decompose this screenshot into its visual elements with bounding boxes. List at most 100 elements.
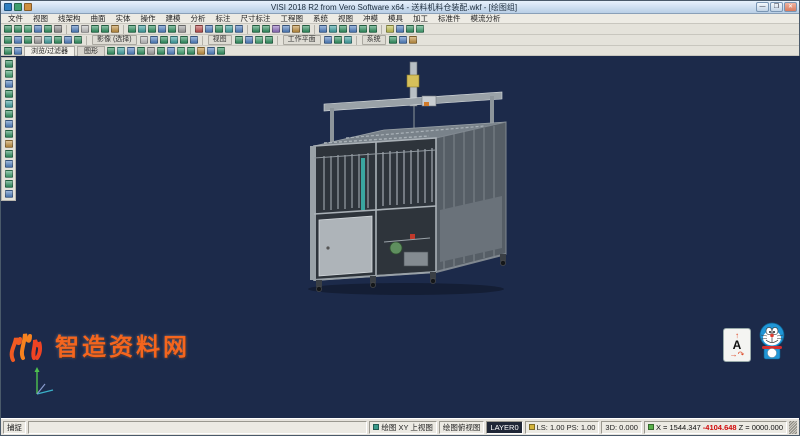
toolbar1-icon-31[interactable] bbox=[302, 25, 310, 33]
dock-icon-2[interactable] bbox=[5, 80, 13, 88]
toolbar2-icon-18[interactable] bbox=[235, 36, 243, 44]
toolbar3r-icon-1[interactable] bbox=[117, 47, 125, 55]
tab-browser-filter[interactable]: 浏览/过滤器 bbox=[24, 46, 75, 56]
toolbar2-icon-31[interactable] bbox=[409, 36, 417, 44]
toolbar3r-icon-4[interactable] bbox=[147, 47, 155, 55]
toolbar1-icon-8[interactable] bbox=[81, 25, 89, 33]
menu-item-2[interactable]: 线架构 bbox=[53, 14, 86, 24]
toolbar3r-icon-7[interactable] bbox=[177, 47, 185, 55]
menu-item-17[interactable]: 模流分析 bbox=[466, 14, 506, 24]
view-name-field[interactable]: 绘图俯视图 bbox=[439, 421, 485, 434]
toolbar1-icon-37[interactable] bbox=[359, 25, 367, 33]
menu-item-15[interactable]: 加工 bbox=[408, 14, 433, 24]
toolbar2-icon-13[interactable] bbox=[170, 36, 178, 44]
menu-item-12[interactable]: 视图 bbox=[333, 14, 358, 24]
minimize-button[interactable]: — bbox=[756, 2, 769, 12]
machine-cabinet[interactable] bbox=[310, 122, 506, 292]
toolbar1-icon-23[interactable] bbox=[225, 25, 233, 33]
toolbar1-icon-26[interactable] bbox=[252, 25, 260, 33]
toolbar2-icon-12[interactable] bbox=[160, 36, 168, 44]
toolbar1-icon-28[interactable] bbox=[272, 25, 280, 33]
view-orientation-widget[interactable]: ↑ A →↷ bbox=[723, 328, 751, 362]
dock-icon-13[interactable] bbox=[5, 190, 13, 198]
toolbar1-icon-33[interactable] bbox=[319, 25, 327, 33]
toolbar1-icon-4[interactable] bbox=[44, 25, 52, 33]
toolbar1-icon-0[interactable] bbox=[4, 25, 12, 33]
toolbar2-icon-24[interactable] bbox=[324, 36, 332, 44]
toolbar1-icon-17[interactable] bbox=[168, 25, 176, 33]
toolbar2-icon-1[interactable] bbox=[14, 36, 22, 44]
toolbar2-icon-11[interactable] bbox=[150, 36, 158, 44]
toolbar2-icon-6[interactable] bbox=[64, 36, 72, 44]
toolbar1-icon-21[interactable] bbox=[205, 25, 213, 33]
dock-icon-12[interactable] bbox=[5, 180, 13, 188]
snap-button[interactable]: 捕捉 bbox=[3, 421, 26, 434]
toolbar3r-icon-0[interactable] bbox=[107, 47, 115, 55]
menu-item-6[interactable]: 建模 bbox=[161, 14, 186, 24]
toolbar1-icon-22[interactable] bbox=[215, 25, 223, 33]
toolbar1-icon-42[interactable] bbox=[406, 25, 414, 33]
toolbar1-icon-11[interactable] bbox=[111, 25, 119, 33]
toolbar2-icon-0[interactable] bbox=[4, 36, 12, 44]
toolbar1-icon-9[interactable] bbox=[91, 25, 99, 33]
close-button[interactable]: ✕ bbox=[784, 2, 797, 12]
toolbar2-icon-25[interactable] bbox=[334, 36, 342, 44]
dock-icon-8[interactable] bbox=[5, 140, 13, 148]
menu-item-16[interactable]: 标准件 bbox=[433, 14, 466, 24]
menu-item-8[interactable]: 标注 bbox=[211, 14, 236, 24]
toolbar3r-icon-2[interactable] bbox=[127, 47, 135, 55]
toolbar1-icon-43[interactable] bbox=[416, 25, 424, 33]
toolbar3r-icon-9[interactable] bbox=[197, 47, 205, 55]
menu-item-7[interactable]: 分析 bbox=[186, 14, 211, 24]
dock-icon-4[interactable] bbox=[5, 100, 13, 108]
layer-field[interactable]: LAYER0 bbox=[486, 421, 522, 434]
dock-icon-9[interactable] bbox=[5, 150, 13, 158]
menu-item-11[interactable]: 系统 bbox=[308, 14, 333, 24]
menu-item-0[interactable]: 文件 bbox=[3, 14, 28, 24]
toolbar2-icon-10[interactable] bbox=[140, 36, 148, 44]
toolbar1-icon-18[interactable] bbox=[178, 25, 186, 33]
toolbar1-icon-34[interactable] bbox=[329, 25, 337, 33]
workplane-field[interactable]: 绘图 XY 上视图 bbox=[369, 421, 437, 434]
maximize-button[interactable]: ❐ bbox=[770, 2, 783, 12]
toolbar2-icon-4[interactable] bbox=[44, 36, 52, 44]
toolbar1-icon-24[interactable] bbox=[235, 25, 243, 33]
viewport[interactable]: 智造资料网 ↑ A →↷ bbox=[1, 56, 800, 420]
toolbar3r-icon-11[interactable] bbox=[217, 47, 225, 55]
toolbar1-icon-3[interactable] bbox=[34, 25, 42, 33]
menu-item-14[interactable]: 模具 bbox=[383, 14, 408, 24]
toolbar1-icon-30[interactable] bbox=[292, 25, 300, 33]
angle-field[interactable]: 3D: 0.000 bbox=[601, 421, 642, 434]
toolbar2-icon-15[interactable] bbox=[190, 36, 198, 44]
dock-icon-3[interactable] bbox=[5, 90, 13, 98]
menu-item-10[interactable]: 工程图 bbox=[276, 14, 309, 24]
resize-grip[interactable] bbox=[789, 421, 797, 434]
toolbar-group-label[interactable]: 影像 (选择) bbox=[92, 35, 137, 45]
toolbar1-icon-15[interactable] bbox=[148, 25, 156, 33]
dock-icon-0[interactable] bbox=[5, 60, 13, 68]
toolbar2-icon-29[interactable] bbox=[389, 36, 397, 44]
toolbar2-icon-7[interactable] bbox=[74, 36, 82, 44]
toolbar3l-icon-0[interactable] bbox=[4, 47, 12, 55]
toolbar2-icon-20[interactable] bbox=[255, 36, 263, 44]
3d-model-machine[interactable] bbox=[284, 58, 519, 298]
toolbar1-icon-1[interactable] bbox=[14, 25, 22, 33]
toolbar-group-label[interactable]: 视图 bbox=[208, 35, 232, 45]
dock-icon-11[interactable] bbox=[5, 170, 13, 178]
toolbar1-icon-7[interactable] bbox=[71, 25, 79, 33]
dock-icon-7[interactable] bbox=[5, 130, 13, 138]
toolbar2-icon-30[interactable] bbox=[399, 36, 407, 44]
toolbar2-icon-19[interactable] bbox=[245, 36, 253, 44]
dock-icon-1[interactable] bbox=[5, 70, 13, 78]
toolbar1-icon-35[interactable] bbox=[339, 25, 347, 33]
toolbar1-icon-10[interactable] bbox=[101, 25, 109, 33]
toolbar2-icon-5[interactable] bbox=[54, 36, 62, 44]
toolbar2-icon-26[interactable] bbox=[344, 36, 352, 44]
toolbar3r-icon-6[interactable] bbox=[167, 47, 175, 55]
toolbar2-icon-3[interactable] bbox=[34, 36, 42, 44]
toolbar1-icon-20[interactable] bbox=[195, 25, 203, 33]
toolbar3r-icon-5[interactable] bbox=[157, 47, 165, 55]
menu-item-9[interactable]: 尺寸标注 bbox=[236, 14, 276, 24]
toolbar2-icon-21[interactable] bbox=[265, 36, 273, 44]
toolbar3l-icon-1[interactable] bbox=[14, 47, 22, 55]
